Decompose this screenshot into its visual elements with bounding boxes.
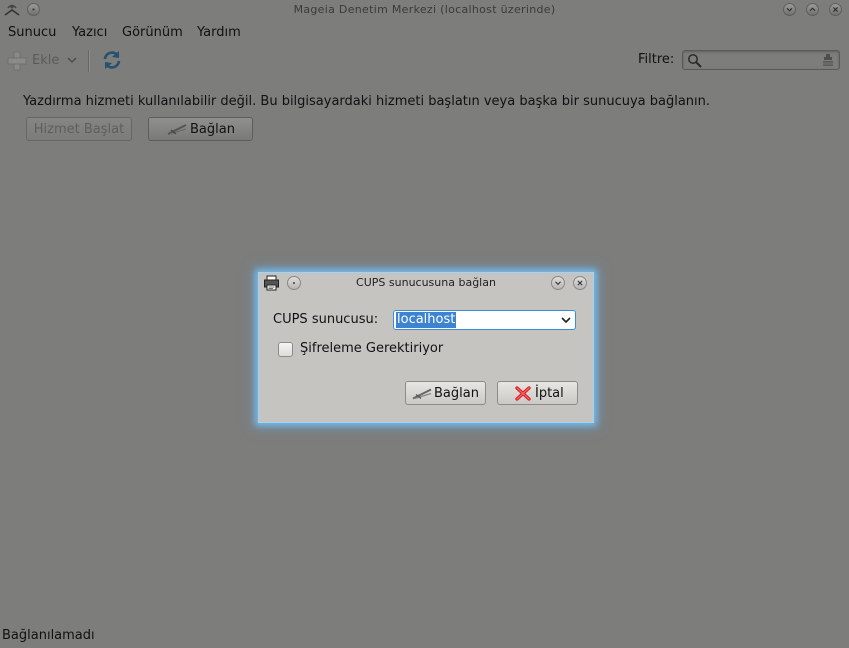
network-icon [412, 388, 432, 400]
chevron-down-icon[interactable] [66, 55, 78, 65]
dialog-title: CUPS sunucusuna bağlan [356, 276, 496, 289]
menu-sunucu[interactable]: Sunucu [8, 25, 56, 40]
dialog-connect-label: Bağlan [434, 386, 479, 401]
dialog-titlebar: CUPS sunucusuna bağlan [259, 273, 593, 293]
window-title: Mageia Denetim Merkezi (localhost üzerin… [293, 3, 556, 16]
server-combobox[interactable]: localhost [393, 310, 576, 330]
menu-gorunum[interactable]: Görünüm [122, 25, 183, 40]
status-text: Bağlanılamadı [2, 628, 95, 643]
clear-filter-icon[interactable] [821, 52, 835, 68]
refresh-icon[interactable] [100, 48, 124, 72]
window-titlebar: Mageia Denetim Merkezi (localhost üzerin… [0, 0, 849, 21]
menubar: Sunucu Yazıcı Görünüm Yardım [0, 22, 849, 44]
start-service-button[interactable]: Hizmet Başlat [26, 117, 132, 141]
encryption-checkbox[interactable] [278, 342, 293, 357]
add-button-label: Ekle [32, 53, 60, 68]
connect-dialog: CUPS sunucusuna bağlan CUPS sunucusu: lo… [258, 272, 594, 423]
cancel-button[interactable]: İptal [497, 381, 578, 405]
filter-label: Filtre: [638, 52, 675, 67]
search-icon [688, 54, 702, 68]
toolbar: Ekle Filtre: [0, 46, 849, 76]
chevron-down-icon[interactable] [560, 315, 572, 325]
add-button[interactable]: Ekle [6, 49, 82, 71]
minimize-icon[interactable] [783, 3, 796, 16]
filter-box [682, 50, 840, 70]
menu-yardim[interactable]: Yardım [197, 25, 241, 40]
encryption-label[interactable]: Şifreleme Gerektiriyor [300, 341, 443, 356]
start-service-label: Hizmet Başlat [33, 122, 125, 137]
close-icon[interactable] [829, 3, 842, 16]
connect-button-label: Bağlan [190, 122, 235, 137]
toolbar-separator [88, 50, 90, 72]
plus-icon [7, 51, 27, 71]
cancel-label: İptal [535, 386, 564, 401]
cancel-icon [515, 386, 531, 401]
maximize-icon[interactable] [806, 3, 819, 16]
connect-button[interactable]: Bağlan [148, 117, 253, 141]
filter-input[interactable] [709, 52, 819, 68]
server-label: CUPS sunucusu: [273, 312, 379, 327]
network-icon [167, 124, 187, 135]
dialog-close-icon[interactable] [573, 276, 587, 290]
server-value[interactable]: localhost [396, 312, 457, 328]
dialog-connect-button[interactable]: Bağlan [405, 381, 486, 405]
dialog-minimize-icon[interactable] [551, 276, 565, 290]
service-unavailable-message: Yazdırma hizmeti kullanılabilir değil. B… [23, 94, 711, 109]
menu-yazici[interactable]: Yazıcı [72, 25, 107, 40]
